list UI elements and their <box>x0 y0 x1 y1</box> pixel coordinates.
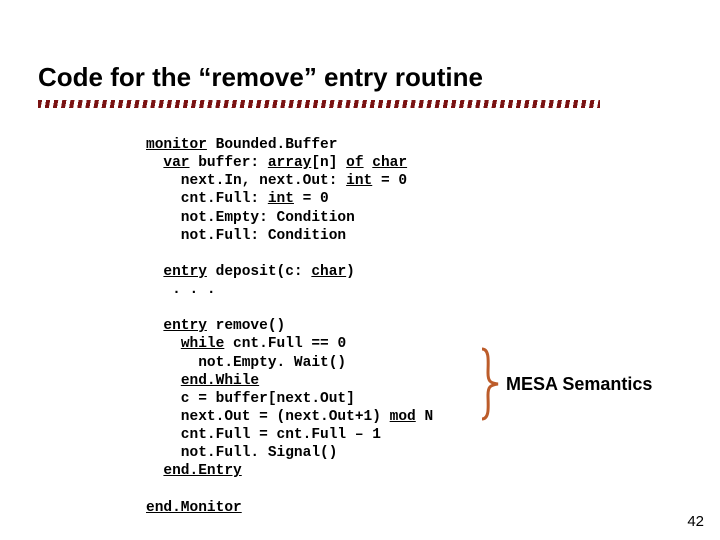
kw-endentry: end.Entry <box>163 463 241 479</box>
code-text: not.Empty: Condition <box>146 210 355 226</box>
annotation-callout: MESA Semantics <box>478 345 652 423</box>
annotation-text: MESA Semantics <box>506 374 652 395</box>
kw-while: while <box>181 336 225 352</box>
kw-char: char <box>311 264 346 280</box>
kw-int: int <box>346 173 372 189</box>
code-text <box>146 264 163 280</box>
code-text: cnt.Full: <box>146 191 268 207</box>
code-text <box>364 155 373 171</box>
code-text: next.Out = (next.Out+1) <box>146 409 390 425</box>
code-text: next.In, next.Out: <box>146 173 346 189</box>
code-text: = 0 <box>372 173 407 189</box>
kw-entry: entry <box>163 318 207 334</box>
code-text <box>146 155 163 171</box>
code-text: . . . <box>146 282 216 298</box>
kw-entry: entry <box>163 264 207 280</box>
code-text <box>146 463 163 479</box>
code-text: ) <box>346 264 355 280</box>
code-text: cnt.Full = cnt.Full – 1 <box>146 427 381 443</box>
kw-var: var <box>163 155 189 171</box>
title-underline <box>38 100 600 108</box>
code-text: not.Empty. Wait() <box>146 355 346 371</box>
curly-bracket-icon <box>478 345 500 423</box>
code-text <box>146 373 181 389</box>
kw-array: array <box>268 155 312 171</box>
code-text: cnt.Full == 0 <box>224 336 346 352</box>
slide-title: Code for the “remove” entry routine <box>38 62 483 93</box>
kw-int: int <box>268 191 294 207</box>
code-text: not.Full: Condition <box>146 228 346 244</box>
kw-mod: mod <box>390 409 416 425</box>
code-block: monitor Bounded.Buffer var buffer: array… <box>146 136 433 517</box>
code-text: Bounded.Buffer <box>207 137 338 153</box>
page-number: 42 <box>687 513 704 530</box>
kw-monitor: monitor <box>146 137 207 153</box>
code-text <box>146 336 181 352</box>
kw-char: char <box>372 155 407 171</box>
code-text: N <box>416 409 433 425</box>
code-text: c = buffer[next.Out] <box>146 391 355 407</box>
kw-of: of <box>346 155 363 171</box>
code-text: [n] <box>311 155 346 171</box>
code-text <box>146 318 163 334</box>
code-text: = 0 <box>294 191 329 207</box>
kw-endwhile: end.While <box>181 373 259 389</box>
code-text: not.Full. Signal() <box>146 445 337 461</box>
code-text: buffer: <box>190 155 268 171</box>
code-text: remove() <box>207 318 285 334</box>
kw-endmonitor: end.Monitor <box>146 500 242 516</box>
code-text: deposit(c: <box>207 264 311 280</box>
